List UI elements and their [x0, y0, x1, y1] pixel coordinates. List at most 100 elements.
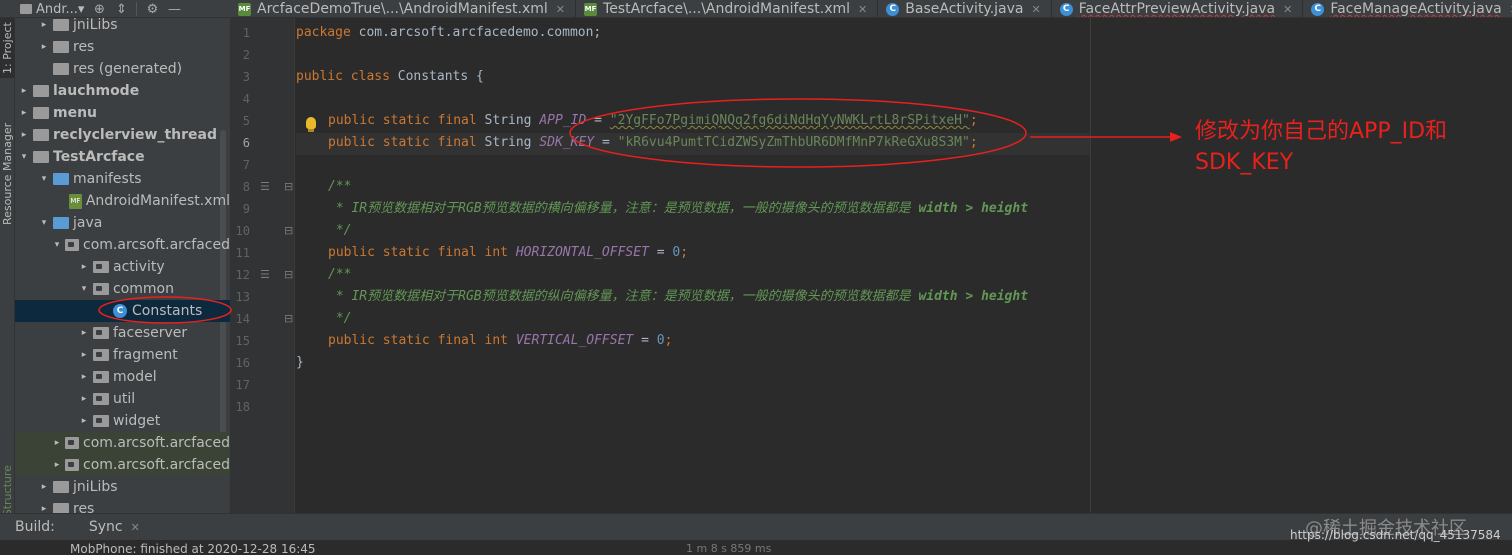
tree-item[interactable]: ▸ res — [15, 498, 230, 513]
module-folder-icon — [33, 151, 49, 163]
chevron-right-icon[interactable]: ▸ — [79, 350, 89, 360]
chevron-right-icon[interactable]: ▸ — [19, 130, 29, 140]
chevron-down-icon[interactable]: ▾ — [39, 218, 49, 228]
file-tab[interactable]: C BaseActivity.java ✕ — [878, 0, 1052, 17]
chevron-right-icon[interactable]: ▸ — [79, 394, 89, 404]
tree-item[interactable]: ▸ model — [15, 366, 230, 388]
close-tab-icon[interactable]: ✕ — [556, 3, 565, 16]
fold-marker-icon[interactable]: ☰ — [260, 268, 270, 281]
chevron-right-icon[interactable]: ▸ — [39, 504, 49, 513]
fold-end-icon[interactable]: ⊟ — [284, 224, 293, 237]
code-line-8: /** — [328, 179, 352, 194]
tree-item[interactable]: ▸ com.arcsoft.arcfaced — [15, 432, 230, 454]
fold-toggle-icon[interactable]: ⊟ — [284, 180, 293, 193]
close-tab-icon[interactable]: ✕ — [1032, 3, 1041, 16]
project-view-selector[interactable]: Andr...▾ — [36, 2, 84, 17]
package-icon — [93, 327, 109, 339]
line-number: 1 — [242, 26, 250, 40]
chevron-right-icon[interactable]: ▸ — [39, 20, 49, 30]
chevron-right-icon[interactable]: ▸ — [19, 108, 29, 118]
chevron-down-icon[interactable]: ▾ — [79, 284, 89, 294]
close-icon[interactable]: ✕ — [131, 521, 140, 534]
tree-item[interactable]: ▾ common — [15, 278, 230, 300]
tree-item-label: lauchmode — [53, 83, 140, 99]
tree-item[interactable]: MF AndroidManifest.xml — [15, 190, 230, 212]
tree-item[interactable]: ▸ faceserver — [15, 322, 230, 344]
file-tab[interactable]: MF TestArcface\...\AndroidManifest.xml ✕ — [576, 0, 879, 17]
operator: = — [586, 113, 610, 128]
tree-item-label: java — [73, 215, 103, 231]
line-number: 14 — [235, 312, 250, 326]
java-class-icon: C — [886, 2, 900, 16]
tree-item[interactable]: C Constants — [15, 300, 230, 322]
tab-sync[interactable]: Sync ✕ — [83, 514, 146, 540]
package-dot — [96, 418, 102, 423]
tree-item[interactable]: ▸ activity — [15, 256, 230, 278]
file-tab-label: BaseActivity.java — [905, 1, 1024, 17]
fold-marker-icon[interactable]: ☰ — [260, 180, 270, 193]
package-dot — [68, 462, 75, 467]
tree-item[interactable]: ▸ res — [15, 36, 230, 58]
tree-item[interactable]: ▾ TestArcface — [15, 146, 230, 168]
tree-item[interactable]: ▾ manifests — [15, 168, 230, 190]
file-tab[interactable]: CFaceManageActivity.java✕ — [1303, 0, 1512, 17]
gear-icon[interactable]: ⚙ — [145, 2, 159, 17]
file-tab[interactable]: C FaceAttrPreviewActivity.java ✕ — [1052, 0, 1304, 17]
tree-item[interactable]: ▸ fragment — [15, 344, 230, 366]
package-dot — [96, 330, 102, 335]
chevron-right-icon[interactable]: ▸ — [39, 42, 49, 52]
tree-item[interactable]: ▾ java — [15, 212, 230, 234]
tree-item[interactable]: ▾ com.arcsoft.arcfaced — [15, 234, 230, 256]
chevron-right-icon[interactable]: ▸ — [53, 460, 62, 470]
chevron-right-icon[interactable]: ▸ — [79, 328, 89, 338]
chevron-right-icon[interactable]: ▸ — [79, 416, 89, 426]
fold-end-icon[interactable]: ⊟ — [284, 312, 293, 325]
project-tool-button[interactable]: 1: Project — [0, 18, 15, 78]
build-status-row[interactable]: MobPhone: finished at 2020-12-28 16:45 — [70, 542, 316, 555]
close-tab-icon[interactable]: ✕ — [858, 3, 867, 16]
chevron-right-icon[interactable]: ▸ — [79, 372, 89, 382]
semicolon: ; — [969, 135, 978, 150]
tree-item[interactable]: ▸ menu — [15, 102, 230, 124]
annotation-label: 修改为你自己的APP_ID和 SDK_KEY — [1195, 116, 1495, 178]
tree-item[interactable]: ▸ jniLibs — [15, 18, 230, 36]
code-editor[interactable]: package com.arcsoft.arcfacedemo.common; … — [296, 18, 1512, 513]
chevron-right-icon[interactable]: ▸ — [19, 86, 29, 96]
collapse-icon[interactable]: ⇕ — [114, 2, 128, 17]
close-tab-icon[interactable]: ✕ — [1283, 3, 1292, 16]
operator: = — [594, 135, 618, 150]
java-class-icon: C — [1059, 2, 1073, 16]
tree-item-label: Constants — [132, 303, 203, 319]
tree-item[interactable]: ▸ com.arcsoft.arcfaced — [15, 454, 230, 476]
tree-item-label: jniLibs — [73, 18, 118, 33]
target-icon[interactable]: ⊕ — [92, 2, 106, 17]
chevron-right-icon[interactable]: ▸ — [39, 482, 49, 492]
fold-toggle-icon[interactable]: ⊟ — [284, 268, 293, 281]
chevron-down-icon[interactable]: ▾ — [39, 174, 49, 184]
resource-manager-tool-button[interactable]: Resource Manager — [0, 114, 15, 234]
tree-item[interactable]: ▸ lauchmode — [15, 80, 230, 102]
tree-item[interactable]: res (generated) — [15, 58, 230, 80]
code-line-10: */ — [328, 223, 352, 238]
tree-item-label: res — [73, 501, 95, 513]
keyword: package — [296, 25, 351, 40]
tree-item[interactable]: ▸ jniLibs — [15, 476, 230, 498]
package-icon — [65, 459, 80, 471]
tree-item-label: activity — [113, 259, 165, 275]
chevron-right-icon[interactable]: ▸ — [79, 262, 89, 272]
minimize-icon[interactable]: — — [167, 2, 181, 17]
vertical-offset-field: VERTICAL_OFFSET — [515, 333, 634, 348]
tree-item[interactable]: ▸ widget — [15, 410, 230, 432]
operator: = — [633, 333, 657, 348]
line-number: 4 — [242, 92, 250, 106]
tree-item-label: res (generated) — [73, 61, 183, 77]
tree-item[interactable]: ▸ util — [15, 388, 230, 410]
lightbulb-icon[interactable] — [306, 117, 316, 132]
chevron-right-icon[interactable]: ▸ — [53, 438, 62, 448]
file-tab[interactable]: MF ArcfaceDemoTrue\...\AndroidManifest.xm… — [230, 0, 577, 17]
folder-icon — [53, 19, 69, 31]
tree-item[interactable]: ▸ reclyclerview_thread — [15, 124, 230, 146]
build-duration: 1 m 8 s 859 ms — [686, 542, 772, 555]
chevron-down-icon[interactable]: ▾ — [19, 152, 29, 162]
chevron-down-icon[interactable]: ▾ — [53, 240, 62, 250]
